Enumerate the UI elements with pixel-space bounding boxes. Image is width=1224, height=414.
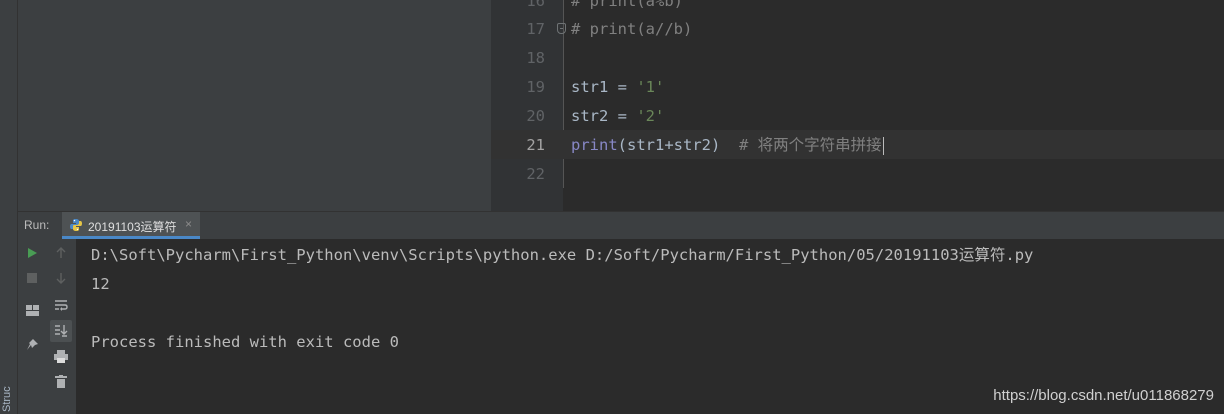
console-line: D:\Soft\Pycharm\First_Python\venv\Script… (91, 246, 1034, 264)
code-token: str2 = (571, 107, 637, 125)
stop-icon[interactable] (21, 267, 43, 289)
watermark: https://blog.csdn.net/u011868279 (993, 387, 1214, 404)
structure-tab-label[interactable]: Structure (1, 386, 15, 412)
layout-icon[interactable] (21, 300, 43, 322)
print-icon[interactable] (50, 346, 72, 368)
run-toolbar-primary (18, 239, 46, 414)
code-token: '2' (636, 107, 665, 125)
line-number: 20 (526, 107, 545, 125)
code-token: str1 = (571, 78, 637, 96)
console-line: Process finished with exit code 0 (91, 333, 399, 351)
line-number: 22 (526, 165, 545, 183)
code-line[interactable]: 18 (491, 44, 1224, 73)
soft-wrap-icon[interactable] (50, 294, 72, 316)
run-label: Run: (24, 218, 50, 232)
line-number: 19 (526, 78, 545, 96)
console-line: 12 (91, 275, 110, 293)
line-number: 21 (526, 136, 545, 154)
line-number: 17 (526, 20, 545, 38)
code-editor[interactable]: 16 # print(a%b) 17 # print(a//b) 18 19 str1 = … (491, 0, 1224, 211)
code-line[interactable]: 21 print(str1+str2) # 将两个字符串拼接 (491, 131, 1224, 160)
code-line[interactable]: 16 # print(a%b) (491, 0, 1224, 16)
code-text: print(str1+str2) # 将两个字符串拼接 (571, 131, 884, 160)
code-line[interactable]: 22 (491, 160, 1224, 189)
python-icon (70, 219, 82, 231)
code-line[interactable]: 17 # print(a//b) (491, 15, 1224, 44)
down-arrow-icon[interactable] (50, 267, 72, 289)
run-toolbar-secondary (46, 239, 76, 414)
code-text: # print(a%b) (571, 0, 683, 16)
code-token: (str1+str2) (617, 136, 739, 154)
code-token: '1' (636, 78, 665, 96)
line-number: 16 (526, 0, 545, 10)
code-token: print (571, 136, 618, 154)
code-text: str1 = '1' (571, 73, 664, 102)
trash-icon[interactable] (50, 371, 72, 393)
run-icon[interactable] (21, 242, 43, 264)
code-text: str2 = '2' (571, 102, 664, 131)
run-tool-window-header: Run: 20191103运算符 × (18, 211, 1224, 239)
run-tab[interactable]: 20191103运算符 × (62, 212, 200, 239)
line-number: 18 (526, 49, 545, 67)
project-panel (18, 0, 491, 211)
up-arrow-icon[interactable] (50, 242, 72, 264)
code-line[interactable]: 20 str2 = '2' (491, 102, 1224, 131)
pin-icon[interactable] (21, 334, 43, 356)
code-token: # print(a%b) (571, 0, 683, 10)
run-tab-label: 20191103运算符 (88, 220, 177, 234)
scroll-to-end-icon[interactable] (50, 320, 72, 342)
code-line[interactable]: 19 str1 = '1' (491, 73, 1224, 102)
text-caret (882, 136, 884, 155)
code-token: # print(a//b) (571, 20, 693, 38)
code-token: # 将两个字符串拼接 (739, 136, 882, 154)
code-text: # print(a//b) (571, 15, 692, 44)
run-console-output[interactable]: D:\Soft\Pycharm\First_Python\venv\Script… (76, 239, 1224, 414)
structure-side-strip: Structure (0, 0, 18, 414)
close-icon[interactable]: × (185, 217, 192, 231)
